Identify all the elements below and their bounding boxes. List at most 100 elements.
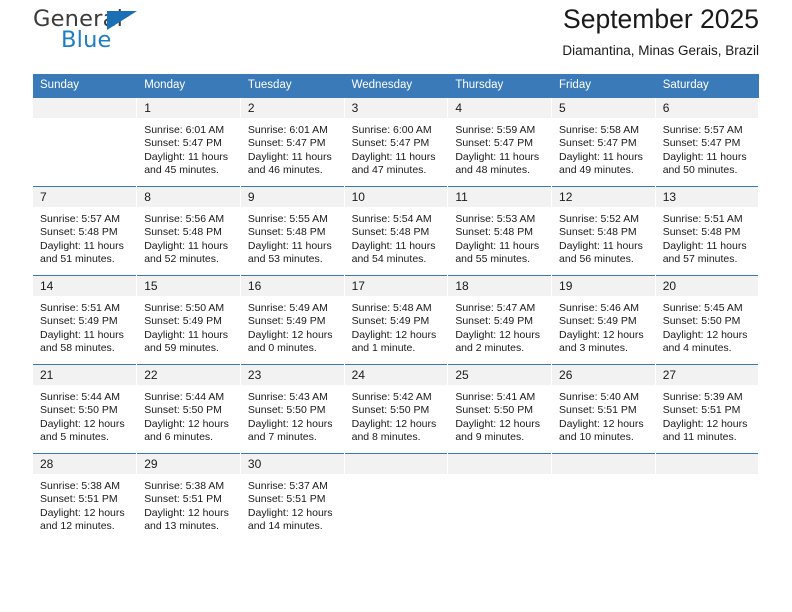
calendar-day-cell[interactable]: 1 Sunrise: 6:01 AM Sunset: 5:47 PM Daylight… [136, 97, 241, 187]
sunset-text: Sunset: 5:47 PM [144, 137, 222, 150]
day-details: Sunrise: 5:51 AM Sunset: 5:49 PM Daylight:… [33, 296, 136, 356]
day-number: 27 [655, 365, 759, 385]
day-number: 24 [344, 365, 448, 385]
day-details: Sunrise: 5:42 AM Sunset: 5:50 PM Daylight:… [345, 385, 448, 445]
sunrise-text: Sunrise: 5:58 AM [559, 124, 639, 136]
sunrise-text: Sunrise: 5:48 AM [351, 302, 432, 314]
calendar-day-cell[interactable]: 11 Sunrise: 5:53 AM Sunset: 5:48 PM Dayligh… [447, 186, 553, 276]
day-details: Sunrise: 5:44 AM Sunset: 5:50 PM Daylight:… [33, 385, 136, 445]
sunrise-text: Sunrise: 5:50 AM [144, 302, 225, 314]
day-number: 20 [655, 276, 759, 296]
day-number: 3 [344, 98, 448, 118]
sunrise-text: Sunrise: 5:38 AM [144, 480, 225, 492]
day-details: Sunrise: 5:56 AM Sunset: 5:48 PM Daylight:… [137, 207, 240, 267]
calendar-day-cell[interactable]: 10 Sunrise: 5:54 AM Sunset: 5:48 PM Dayligh… [344, 186, 449, 276]
calendar-day-cell[interactable]: 2 Sunrise: 6:01 AM Sunset: 5:47 PM Daylight… [240, 97, 345, 187]
calendar-day-cell[interactable]: 7 Sunrise: 5:57 AM Sunset: 5:48 PM Daylight… [33, 186, 138, 276]
day-number: 16 [240, 276, 344, 296]
calendar-day-cell[interactable]: 26 Sunrise: 5:40 AM Sunset: 5:51 PM Dayligh… [551, 364, 656, 454]
day-number: 14 [33, 276, 137, 296]
calendar-day-cell[interactable]: 17 Sunrise: 5:48 AM Sunset: 5:49 PM Dayligh… [344, 275, 449, 365]
day-number: 19 [552, 276, 655, 296]
sunset-text: Sunset: 5:49 PM [40, 315, 118, 328]
daylight-text-line2: and 5 minutes. [40, 431, 109, 444]
calendar-day-cell[interactable]: 22 Sunrise: 5:44 AM Sunset: 5:50 PM Dayligh… [136, 364, 241, 454]
calendar-day-cell[interactable]: 12 Sunrise: 5:52 AM Sunset: 5:48 PM Dayligh… [551, 186, 656, 276]
day-number: 12 [552, 187, 655, 207]
day-number: 22 [137, 365, 240, 385]
daylight-text-line1: Daylight: 12 hours [351, 328, 437, 341]
calendar-day-cell[interactable]: 28 Sunrise: 5:38 AM Sunset: 5:51 PM Dayligh… [33, 453, 138, 540]
calendar-day-cell[interactable]: 23 Sunrise: 5:43 AM Sunset: 5:50 PM Dayligh… [240, 364, 345, 454]
sunset-text: Sunset: 5:47 PM [351, 137, 430, 150]
sunrise-text: Sunrise: 5:44 AM [40, 391, 120, 403]
daylight-text-line1: Daylight: 12 hours [40, 506, 125, 519]
daylight-text-line1: Daylight: 11 hours [559, 239, 643, 252]
sunset-text: Sunset: 5:47 PM [559, 137, 637, 150]
day-details: Sunrise: 5:46 AM Sunset: 5:49 PM Daylight:… [552, 296, 655, 356]
day-details: Sunrise: 5:55 AM Sunset: 5:48 PM Daylight:… [241, 207, 344, 267]
daylight-text-line1: Daylight: 11 hours [351, 239, 436, 252]
sunset-text: Sunset: 5:48 PM [559, 226, 637, 239]
sunrise-text: Sunrise: 5:54 AM [351, 213, 432, 225]
calendar-day-cell[interactable]: 4 Sunrise: 5:59 AM Sunset: 5:47 PM Daylight… [447, 97, 553, 187]
sunrise-text: Sunrise: 5:59 AM [455, 124, 536, 136]
calendar-day-cell[interactable]: 5 Sunrise: 5:58 AM Sunset: 5:47 PM Daylight… [551, 97, 656, 187]
calendar-day-cell[interactable]: 20 Sunrise: 5:45 AM Sunset: 5:50 PM Dayligh… [655, 275, 760, 365]
calendar-header-row: Sunday Monday Tuesday Wednesday Thursday… [33, 74, 760, 98]
sunrise-text: Sunrise: 5:51 AM [40, 302, 120, 314]
calendar-day-cell[interactable]: 3 Sunrise: 6:00 AM Sunset: 5:47 PM Daylight… [344, 97, 449, 187]
day-number: 15 [137, 276, 240, 296]
sunrise-text: Sunrise: 5:46 AM [559, 302, 639, 314]
calendar-day-cell[interactable]: 30 Sunrise: 5:37 AM Sunset: 5:51 PM Dayligh… [240, 453, 345, 540]
sunset-text: Sunset: 5:48 PM [662, 226, 741, 239]
daylight-text-line1: Daylight: 12 hours [144, 417, 229, 430]
calendar-day-cell[interactable]: 6 Sunrise: 5:57 AM Sunset: 5:47 PM Daylight… [655, 97, 760, 187]
calendar-day-cell[interactable]: 24 Sunrise: 5:42 AM Sunset: 5:50 PM Dayligh… [344, 364, 449, 454]
day-number: 29 [137, 454, 240, 474]
daylight-text-line2: and 46 minutes. [247, 164, 323, 177]
calendar-day-cell[interactable]: 9 Sunrise: 5:55 AM Sunset: 5:48 PM Daylight… [240, 186, 345, 276]
calendar-day-cell[interactable]: 8 Sunrise: 5:56 AM Sunset: 5:48 PM Daylight… [136, 186, 241, 276]
calendar-empty-cell [551, 453, 656, 540]
sunrise-text: Sunrise: 5:37 AM [247, 480, 328, 492]
day-number: 26 [552, 365, 655, 385]
calendar-day-cell[interactable]: 29 Sunrise: 5:38 AM Sunset: 5:51 PM Dayligh… [136, 453, 241, 540]
day-number: 11 [448, 187, 552, 207]
sunrise-text: Sunrise: 5:53 AM [455, 213, 536, 225]
day-details: Sunrise: 5:57 AM Sunset: 5:48 PM Daylight:… [33, 207, 136, 267]
calendar-day-cell[interactable]: 21 Sunrise: 5:44 AM Sunset: 5:50 PM Dayligh… [33, 364, 138, 454]
daylight-text-line2: and 51 minutes. [40, 253, 115, 266]
sunrise-text: Sunrise: 5:51 AM [662, 213, 743, 225]
calendar-day-cell[interactable]: 18 Sunrise: 5:47 AM Sunset: 5:49 PM Dayligh… [447, 275, 553, 365]
calendar-day-cell[interactable]: 16 Sunrise: 5:49 AM Sunset: 5:49 PM Dayligh… [240, 275, 345, 365]
brand-logo[interactable]: General Blue [33, 6, 153, 58]
daylight-text-line1: Daylight: 11 hours [144, 239, 229, 252]
calendar-page: General Blue September 2025 Diamantina, … [0, 0, 792, 612]
day-number: 13 [655, 187, 759, 207]
calendar-day-cell[interactable]: 27 Sunrise: 5:39 AM Sunset: 5:51 PM Dayligh… [655, 364, 760, 454]
day-number [655, 454, 759, 474]
daylight-text-line2: and 58 minutes. [40, 342, 115, 355]
daylight-text-line1: Daylight: 12 hours [662, 417, 748, 430]
daylight-text-line1: Daylight: 11 hours [455, 150, 540, 163]
daylight-text-line1: Daylight: 11 hours [144, 328, 229, 341]
sunset-text: Sunset: 5:50 PM [351, 404, 430, 417]
day-details: Sunrise: 6:01 AM Sunset: 5:47 PM Daylight:… [241, 118, 344, 178]
day-details: Sunrise: 5:57 AM Sunset: 5:47 PM Daylight:… [656, 118, 759, 178]
sunrise-text: Sunrise: 5:57 AM [662, 124, 743, 136]
calendar-day-cell[interactable]: 13 Sunrise: 5:51 AM Sunset: 5:48 PM Dayligh… [655, 186, 760, 276]
daylight-text-line1: Daylight: 12 hours [144, 506, 229, 519]
daylight-text-line1: Daylight: 11 hours [662, 150, 747, 163]
day-details: Sunrise: 6:00 AM Sunset: 5:47 PM Daylight:… [345, 118, 448, 178]
daylight-text-line2: and 2 minutes. [455, 342, 525, 355]
calendar-week-row: 7 Sunrise: 5:57 AM Sunset: 5:48 PM Daylight… [33, 186, 760, 276]
day-details: Sunrise: 5:38 AM Sunset: 5:51 PM Daylight:… [137, 474, 240, 534]
sunset-text: Sunset: 5:50 PM [662, 315, 741, 328]
daylight-text-line1: Daylight: 12 hours [455, 417, 540, 430]
calendar-day-cell[interactable]: 14 Sunrise: 5:51 AM Sunset: 5:49 PM Dayligh… [33, 275, 138, 365]
calendar-day-cell[interactable]: 19 Sunrise: 5:46 AM Sunset: 5:49 PM Dayligh… [551, 275, 656, 365]
day-details: Sunrise: 5:53 AM Sunset: 5:48 PM Daylight:… [448, 207, 551, 267]
calendar-day-cell[interactable]: 25 Sunrise: 5:41 AM Sunset: 5:50 PM Dayligh… [447, 364, 553, 454]
calendar-day-cell[interactable]: 15 Sunrise: 5:50 AM Sunset: 5:49 PM Dayligh… [136, 275, 241, 365]
